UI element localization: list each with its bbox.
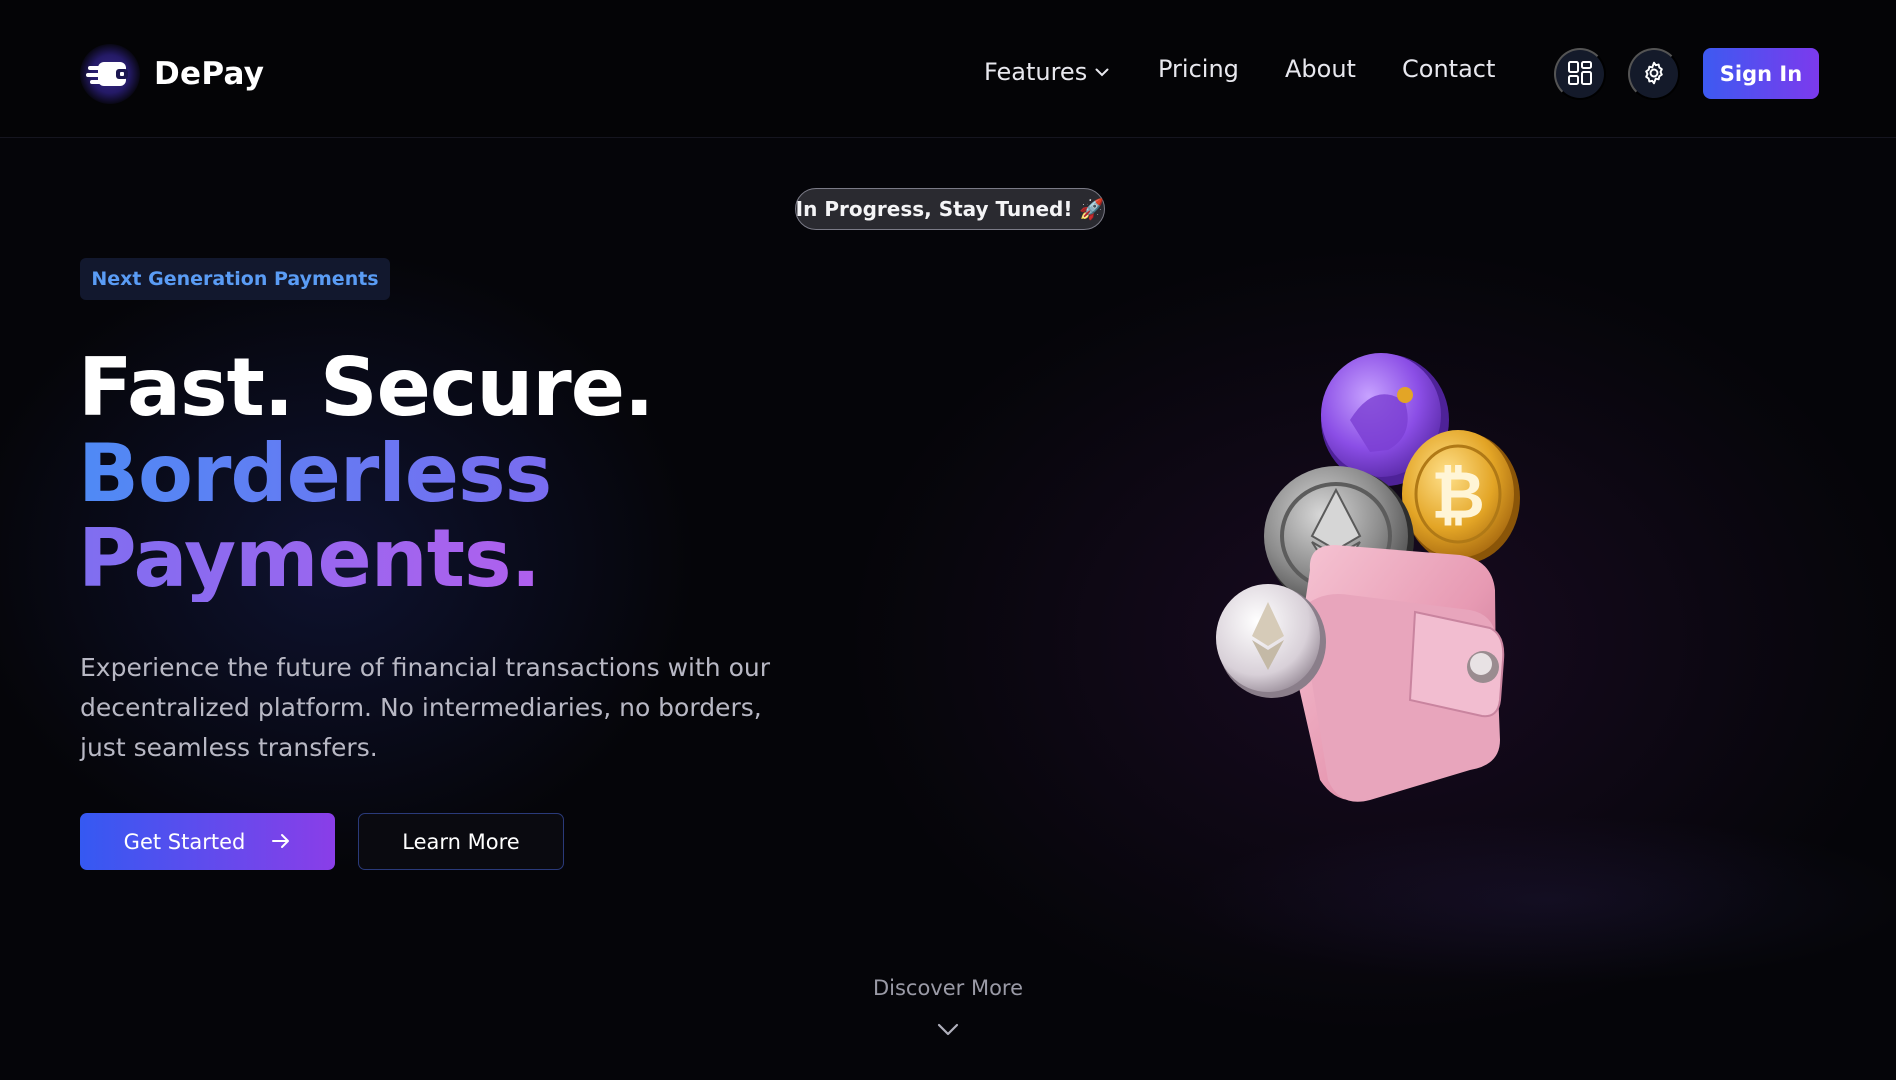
description-line-2: decentralized platform. No intermediarie… [80,693,762,722]
chevron-down-icon[interactable] [937,1022,959,1041]
description-line-1: Experience the future of financial trans… [80,653,770,682]
nav-contact[interactable]: Contact [1402,55,1495,83]
description-line-3: just seamless transfers. [80,733,378,762]
nav-about[interactable]: About [1285,55,1356,83]
nav-features-label: Features [984,58,1088,86]
settings-button[interactable] [1628,48,1680,100]
headline-line-3: Payments. [78,512,541,605]
svg-text:₿: ₿ [1431,457,1485,534]
headline-line-2: Borderless [78,427,552,520]
pink-wallet-icon [1295,545,1505,802]
gear-icon [1641,60,1667,89]
bitcoin-coin-icon: ₿ [1402,430,1520,564]
status-badge: In Progress, Stay Tuned! 🚀 [795,188,1105,230]
crypto-wallet-illustration: ₿ [1200,340,1600,810]
hero-description: Experience the future of financial trans… [80,648,820,768]
sign-in-button[interactable]: Sign In [1703,48,1819,99]
get-started-label: Get Started [123,829,246,854]
nav-features[interactable]: Features [984,55,1109,86]
chevron-down-icon [1095,55,1109,83]
hero-tag: Next Generation Payments [80,258,390,300]
top-navbar: DePay Features Pricing About Contact Sig… [0,0,1896,138]
grid-icon [1567,60,1593,89]
discover-more-link[interactable]: Discover More [848,976,1048,1000]
arrow-right-icon [271,830,291,854]
grid-view-button[interactable] [1554,48,1606,100]
headline-line-1: Fast. Secure. [78,341,654,434]
nav-pricing[interactable]: Pricing [1158,55,1239,83]
wallet-logo-icon [80,44,140,104]
learn-more-button[interactable]: Learn More [358,813,564,870]
brand-logo[interactable]: DePay [80,44,264,104]
brand-name: DePay [154,56,265,92]
get-started-button[interactable]: Get Started [80,813,335,870]
